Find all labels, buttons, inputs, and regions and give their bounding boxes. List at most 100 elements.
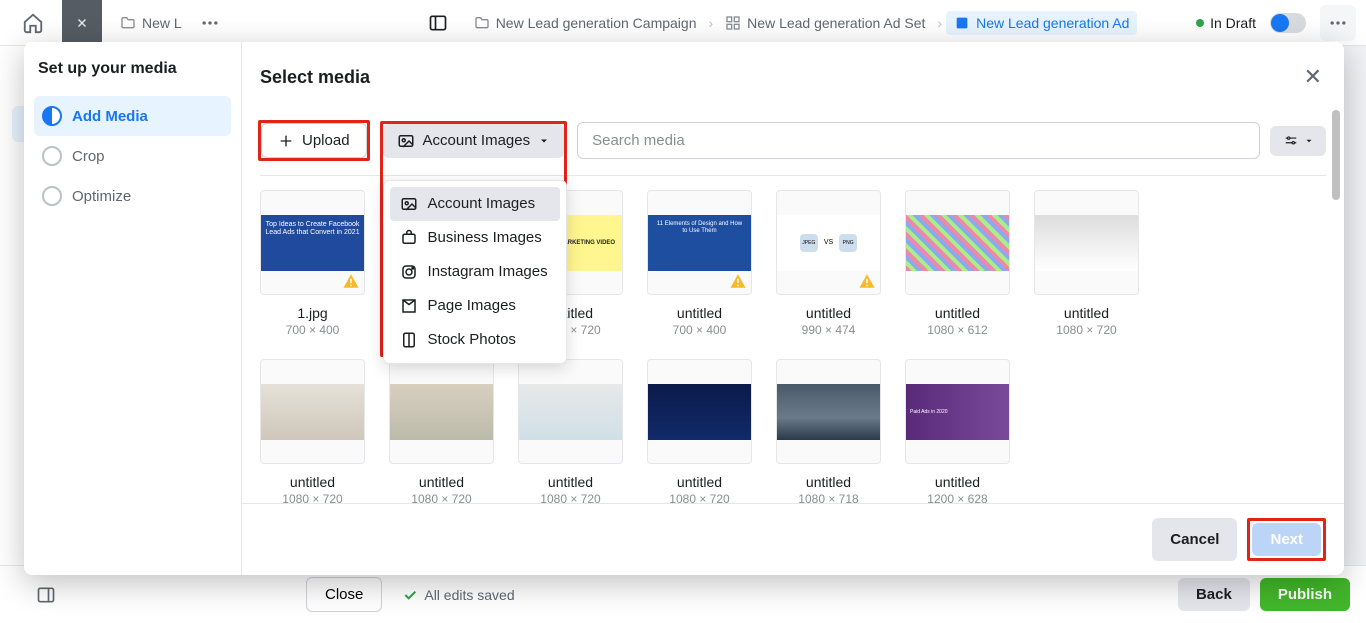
step-optimize[interactable]: Optimize <box>34 176 231 216</box>
media-name: untitled <box>290 474 335 490</box>
media-item[interactable]: untitled 1080 × 718 <box>776 359 881 503</box>
media-dimensions: 1200 × 628 <box>927 492 987 503</box>
tab-more-icon[interactable] <box>200 13 220 33</box>
more-options-button[interactable] <box>1320 5 1356 41</box>
media-item[interactable]: untitled 1080 × 720 <box>260 359 365 503</box>
media-item[interactable]: untitled 1080 × 720 <box>389 359 494 503</box>
back-button[interactable]: Back <box>1178 578 1250 611</box>
tab-label: New L <box>142 15 182 31</box>
dropdown-item-label: Account Images <box>428 195 536 212</box>
media-item[interactable]: Top Ideas to Create Facebook Lead Ads th… <box>260 190 365 337</box>
dropdown-item-label: Stock Photos <box>428 331 516 348</box>
media-dimensions: 1080 × 720 <box>1056 323 1116 337</box>
media-dimensions: 1080 × 720 <box>540 492 600 503</box>
filter-button[interactable] <box>1270 126 1326 156</box>
close-icon[interactable]: ✕ <box>1300 60 1326 94</box>
tab-new[interactable]: New L <box>108 0 194 46</box>
media-dimensions: 700 × 400 <box>286 323 340 337</box>
media-dimensions: 1080 × 718 <box>798 492 858 503</box>
source-dropdown-button[interactable]: Account Images <box>383 124 565 158</box>
select-media-modal: Set up your media Add Media Crop Optimiz… <box>24 42 1344 575</box>
dropdown-item-business-images[interactable]: Business Images <box>390 221 560 255</box>
media-dimensions: 990 × 474 <box>802 323 856 337</box>
upload-button[interactable]: Upload <box>261 123 367 158</box>
media-name: untitled <box>548 474 593 490</box>
scrollbar[interactable] <box>1332 110 1340 200</box>
caret-down-icon <box>1304 136 1314 146</box>
breadcrumb-campaign[interactable]: New Lead generation Campaign <box>466 11 705 35</box>
dropdown-item-label: Page Images <box>428 297 516 314</box>
warning-icon <box>729 272 747 290</box>
dropdown-item-account-images[interactable]: Account Images <box>390 187 560 221</box>
media-name: untitled <box>677 474 722 490</box>
media-thumbnail[interactable] <box>518 359 623 464</box>
dropdown-selected-label: Account Images <box>423 132 531 149</box>
media-item[interactable]: Paid Ads in 2020 untitled 1200 × 628 <box>905 359 1010 503</box>
draft-status: In Draft <box>1196 15 1256 31</box>
media-thumbnail[interactable] <box>905 190 1010 295</box>
media-thumbnail[interactable]: 11 Elements of Design and How to Use The… <box>647 190 752 295</box>
media-item[interactable]: untitled 1080 × 720 <box>518 359 623 503</box>
media-dimensions: 1080 × 720 <box>669 492 729 503</box>
modal-title: Select media <box>260 67 370 88</box>
step-circle-icon <box>42 186 62 206</box>
dropdown-item-instagram-images[interactable]: Instagram Images <box>390 255 560 289</box>
dropdown-item-page-images[interactable]: Page Images <box>390 289 560 323</box>
media-item[interactable]: untitled 1080 × 720 <box>1034 190 1139 337</box>
source-dropdown-menu: Account Images Business Images Instagram… <box>383 180 567 364</box>
media-name: untitled <box>677 305 722 321</box>
media-name: untitled <box>806 305 851 321</box>
toggle-switch[interactable] <box>1270 13 1306 33</box>
expand-icon[interactable] <box>16 585 76 605</box>
step-label: Crop <box>72 148 105 165</box>
media-name: 1.jpg <box>297 305 327 321</box>
media-item[interactable]: 11 Elements of Design and How to Use The… <box>647 190 752 337</box>
step-label: Add Media <box>72 108 148 125</box>
media-thumbnail[interactable] <box>1034 190 1139 295</box>
media-name: untitled <box>806 474 851 490</box>
media-thumbnail[interactable]: Paid Ads in 2020 <box>905 359 1010 464</box>
upload-label: Upload <box>302 132 350 149</box>
dropdown-item-label: Business Images <box>428 229 542 246</box>
saved-label: All edits saved <box>424 587 514 603</box>
media-name: untitled <box>1064 305 1109 321</box>
close-button[interactable]: Close <box>306 577 382 612</box>
breadcrumb-adset-label: New Lead generation Ad Set <box>747 15 925 31</box>
media-item[interactable]: untitled1080 × 612 <box>905 190 1010 337</box>
panel-toggle-icon[interactable] <box>420 5 456 41</box>
home-icon[interactable] <box>10 0 56 46</box>
search-input[interactable] <box>577 122 1260 159</box>
close-tab-icon[interactable] <box>62 0 102 46</box>
media-name: untitled <box>935 474 980 490</box>
media-thumbnail[interactable] <box>776 359 881 464</box>
chevron-right-icon: › <box>709 15 714 31</box>
media-name: untitled <box>419 474 464 490</box>
breadcrumb-ad[interactable]: New Lead generation Ad <box>946 11 1137 35</box>
breadcrumb-adset[interactable]: New Lead generation Ad Set <box>717 11 933 35</box>
media-thumbnail[interactable]: Top Ideas to Create Facebook Lead Ads th… <box>260 190 365 295</box>
dropdown-item-stock-photos[interactable]: Stock Photos <box>390 323 560 357</box>
media-thumbnail[interactable] <box>389 359 494 464</box>
media-item[interactable]: JPEGVSPNG untitled 990 × 474 <box>776 190 881 337</box>
breadcrumb-ad-label: New Lead generation Ad <box>976 15 1129 31</box>
cancel-button[interactable]: Cancel <box>1152 518 1237 561</box>
draft-status-label: In Draft <box>1210 15 1256 31</box>
media-dimensions: 700 × 400 <box>673 323 727 337</box>
warning-icon <box>858 272 876 290</box>
media-dimensions: 1080 × 720 <box>411 492 471 503</box>
media-thumbnail[interactable]: JPEGVSPNG <box>776 190 881 295</box>
publish-button[interactable]: Publish <box>1260 578 1350 611</box>
step-crop[interactable]: Crop <box>34 136 231 176</box>
chevron-right-icon: › <box>937 15 942 31</box>
media-thumbnail[interactable] <box>260 359 365 464</box>
media-thumbnail[interactable] <box>647 359 752 464</box>
media-dimensions: 1080 × 612 <box>927 323 987 337</box>
media-item[interactable]: untitled 1080 × 720 <box>647 359 752 503</box>
media-dimensions: 1080 × 720 <box>282 492 342 503</box>
next-button[interactable]: Next <box>1252 523 1321 556</box>
sidebar-title: Set up your media <box>34 60 231 78</box>
warning-icon <box>342 272 360 290</box>
breadcrumb-campaign-label: New Lead generation Campaign <box>496 15 697 31</box>
step-circle-icon <box>42 106 62 126</box>
step-add-media[interactable]: Add Media <box>34 96 231 136</box>
